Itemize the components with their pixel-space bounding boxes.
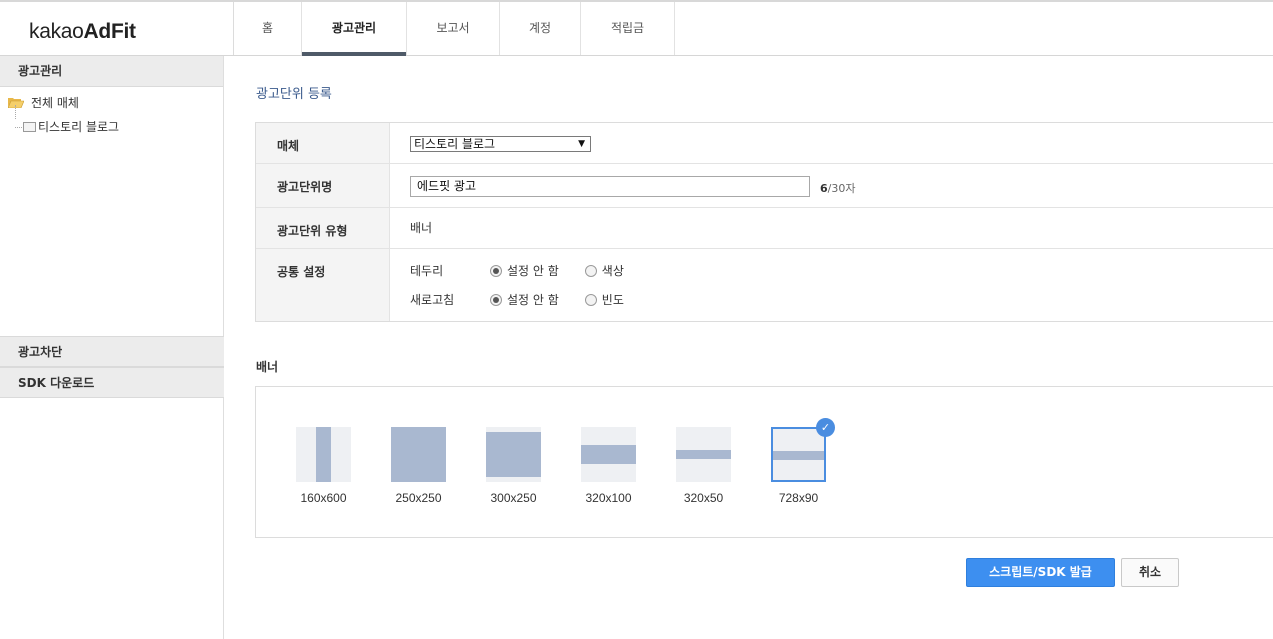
radio-checked-icon (490, 293, 502, 306)
banner-section-title: 배너 (256, 360, 279, 374)
cancel-button[interactable]: 취소 (1121, 558, 1179, 587)
radio-unchecked-icon (584, 264, 597, 277)
size-thumbnail (391, 427, 446, 482)
type-label: 광고단위 유형 (256, 208, 390, 248)
tree-connector (15, 127, 22, 128)
tree-connector (15, 105, 16, 119)
top-bar: kakaoAdFit 홈 광고관리 보고서 계정 적립금 (0, 0, 1273, 56)
media-select-value: 티스토리 블로그 (414, 137, 496, 151)
size-label: 728x90 (778, 491, 819, 505)
type-value: 배너 (410, 221, 433, 235)
size-option-300x250[interactable]: 300x250 (486, 427, 541, 505)
tree-item-label: 티스토리 블로그 (38, 120, 120, 134)
size-option-320x50[interactable]: 320x50 (676, 427, 731, 505)
tree-item-label: 전체 매체 (31, 96, 79, 110)
size-thumbnail (486, 427, 541, 482)
tab-reports[interactable]: 보고서 (407, 2, 500, 55)
border-none-radio[interactable]: 설정 안 함 (490, 262, 559, 279)
size-option-320x100[interactable]: 320x100 (581, 427, 636, 505)
sidebar: 광고관리 전체 매체 티스토리 블로그 광고차단 SDK 다운로드 (0, 56, 224, 639)
form-row-media: 매체 티스토리 블로그 ▼ (256, 123, 1273, 164)
form-row-common: 공통 설정 테두리 설정 안 함 색상 새로고침 설정 안 함 빈도 (256, 249, 1273, 321)
radio-label: 색상 (601, 264, 624, 278)
tab-credit[interactable]: 적립금 (581, 2, 675, 55)
refresh-frequency-radio[interactable]: 빈도 (584, 291, 624, 308)
tab-home[interactable]: 홈 (234, 2, 302, 55)
logo[interactable]: kakaoAdFit (0, 2, 234, 55)
radio-unchecked-icon (584, 293, 597, 306)
media-tree: 전체 매체 티스토리 블로그 (0, 87, 223, 336)
banner-size-picker: 160x600 250x250 300x250 320x100 320x50 ✓… (255, 386, 1273, 538)
refresh-label: 새로고침 (410, 293, 455, 307)
radio-label: 빈도 (601, 293, 624, 307)
common-label: 공통 설정 (256, 249, 390, 321)
border-label: 테두리 (410, 264, 444, 278)
page-title: 광고단위 등록 (256, 87, 332, 102)
ad-unit-form: 매체 티스토리 블로그 ▼ 광고단위명 에드핏 광고 6/30자 광고단위 유형… (255, 122, 1273, 322)
tab-account[interactable]: 계정 (500, 2, 581, 55)
media-label: 매체 (256, 123, 390, 163)
radio-label: 설정 안 함 (507, 264, 559, 278)
folder-open-icon (8, 98, 24, 108)
main-nav: 홈 광고관리 보고서 계정 적립금 (234, 2, 675, 56)
border-color-radio[interactable]: 색상 (584, 262, 624, 279)
checkmark-icon: ✓ (816, 418, 835, 437)
refresh-none-radio[interactable]: 설정 안 함 (490, 291, 559, 308)
dropdown-arrow-icon: ▼ (578, 139, 585, 149)
size-thumbnail: ✓ (771, 418, 835, 482)
main-content: 광고단위 등록 매체 티스토리 블로그 ▼ 광고단위명 에드핏 광고 6/30자… (225, 56, 1273, 639)
size-option-160x600[interactable]: 160x600 (296, 427, 351, 505)
ad-unit-name-input[interactable]: 에드핏 광고 (410, 176, 810, 197)
media-select[interactable]: 티스토리 블로그 ▼ (410, 136, 591, 152)
name-label: 광고단위명 (256, 164, 390, 207)
tree-item-tistory-blog[interactable]: 티스토리 블로그 (0, 105, 223, 139)
size-label: 320x100 (585, 491, 632, 505)
folder-icon (23, 122, 36, 132)
name-char-counter: 6/30자 (820, 180, 855, 196)
form-row-type: 광고단위 유형 배너 (256, 208, 1273, 249)
radio-checked-icon (490, 264, 502, 277)
issue-script-sdk-button[interactable]: 스크립트/SDK 발급 (966, 558, 1115, 587)
size-thumbnail (296, 427, 351, 482)
size-thumbnail (676, 427, 731, 482)
sidebar-header[interactable]: 광고관리 (0, 56, 223, 87)
size-label: 320x50 (683, 491, 724, 505)
char-max: /30자 (827, 182, 856, 195)
logo-name: AdFit (83, 20, 136, 43)
logo-prefix: kakao (29, 20, 84, 43)
tree-item-all-media[interactable]: 전체 매체 (0, 91, 223, 115)
size-label: 300x250 (490, 491, 537, 505)
char-count: 6 (820, 182, 828, 195)
sidebar-item-sdk-download[interactable]: SDK 다운로드 (0, 367, 224, 398)
size-label: 160x600 (300, 491, 347, 505)
size-label: 250x250 (395, 491, 442, 505)
radio-label: 설정 안 함 (507, 293, 559, 307)
tab-ad-management[interactable]: 광고관리 (302, 2, 407, 56)
size-option-728x90[interactable]: ✓ 728x90 (771, 418, 835, 505)
refresh-option-group: 새로고침 설정 안 함 빈도 (410, 285, 1273, 314)
sidebar-item-ad-block[interactable]: 광고차단 (0, 336, 224, 367)
border-option-group: 테두리 설정 안 함 색상 (410, 256, 1273, 285)
size-thumbnail (581, 427, 636, 482)
size-option-250x250[interactable]: 250x250 (391, 427, 446, 505)
form-row-name: 광고단위명 에드핏 광고 6/30자 (256, 164, 1273, 208)
